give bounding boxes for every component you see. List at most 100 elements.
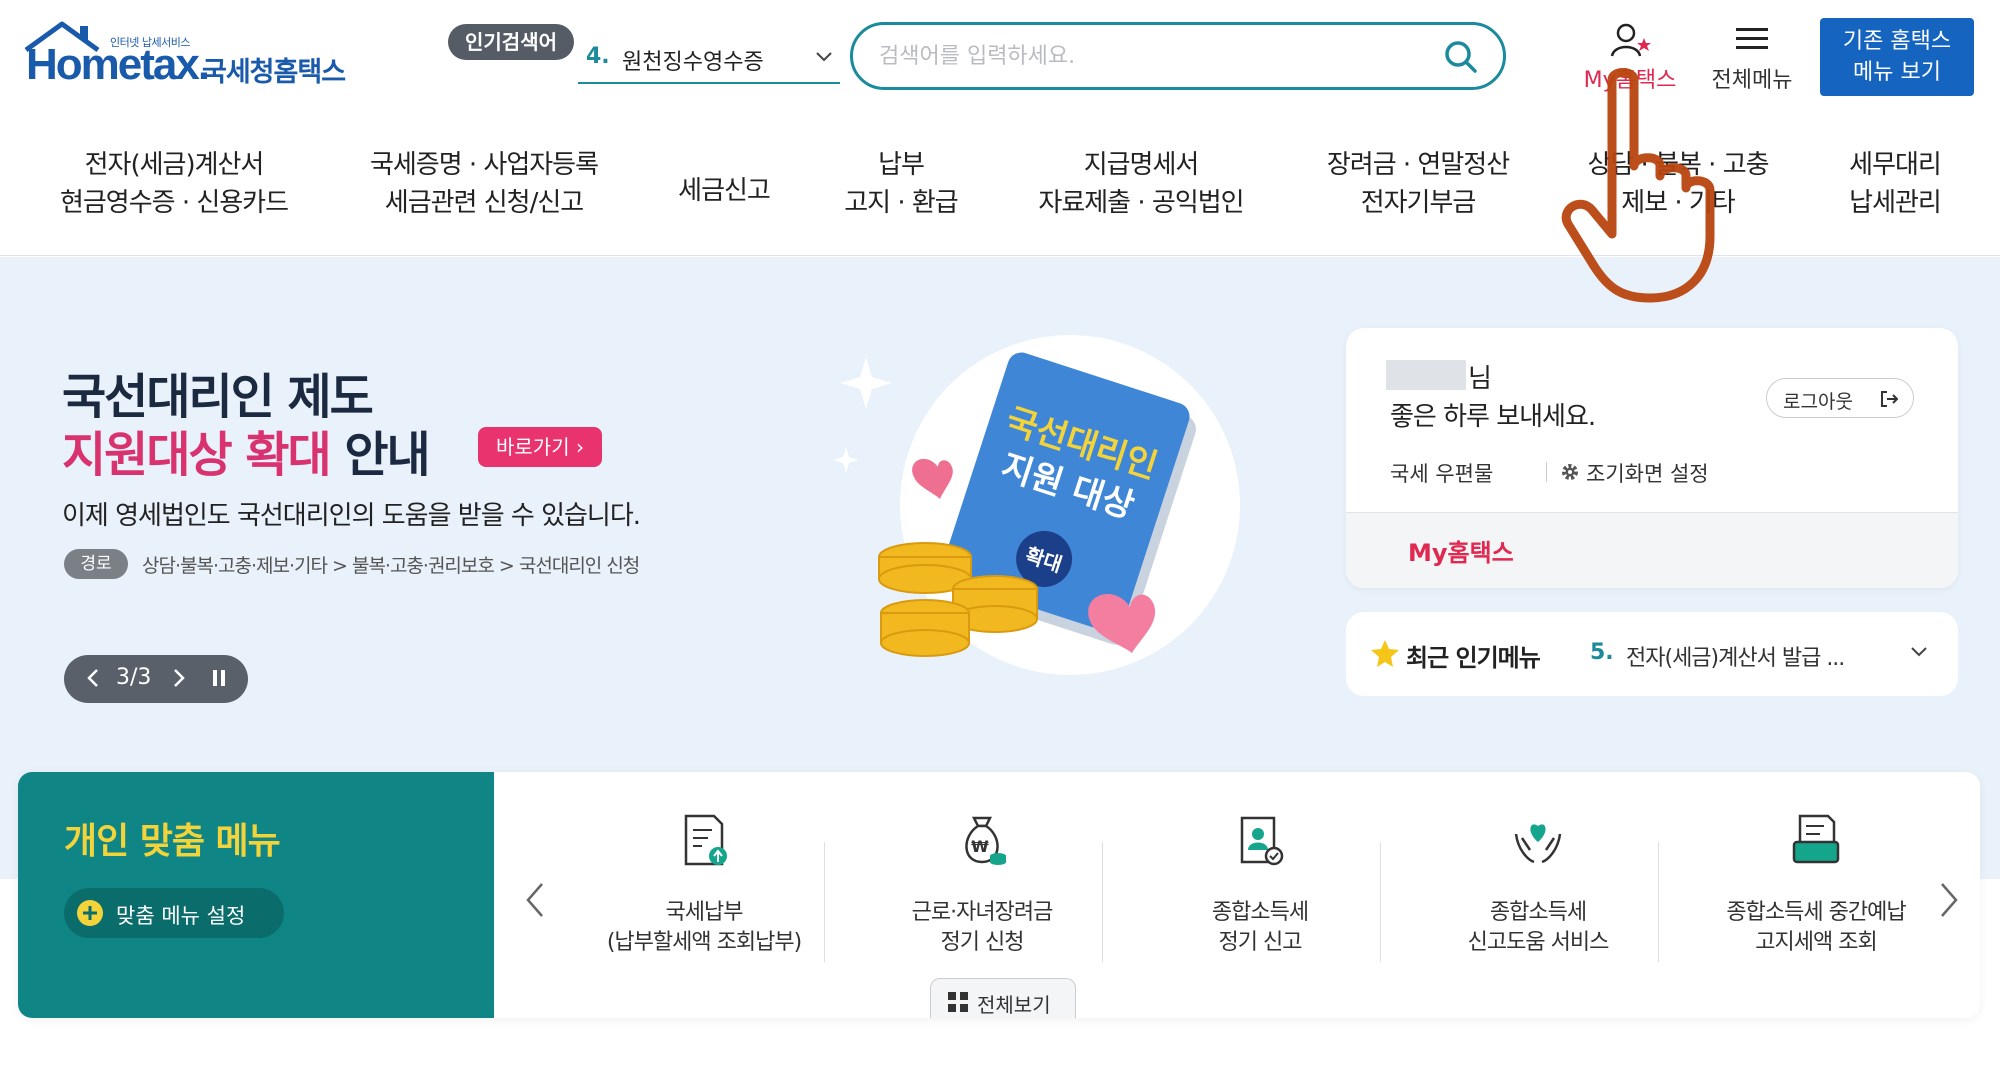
nav-line2: 고지 · 환급 [844, 188, 958, 218]
income-tax-report-icon [1240, 816, 1284, 866]
service-label: 종합소득세 정기 신고 [1130, 898, 1390, 958]
chevron-down-icon [816, 52, 832, 62]
nav-line1: 국세증명 · 사업자등록 [369, 150, 599, 180]
service-interim-prepayment[interactable]: 종합소득세 중간예납 고지세액 조회 [1686, 812, 1946, 972]
greeting-suffix: 님 [1468, 364, 1492, 394]
nav-item-incentives[interactable]: 장려금 · 연말정산 전자기부금 [1300, 146, 1536, 236]
pause-icon[interactable] [210, 667, 228, 689]
nav-item-tax-agent[interactable]: 세무대리 납세관리 [1820, 146, 1970, 236]
nav-line1: 장려금 · 연말정산 [1326, 150, 1510, 180]
divider [1102, 842, 1103, 962]
service-label-line2: (납부할세액 조회납부) [606, 930, 802, 955]
service-tax-payment[interactable]: 국세납부 (납부할세액 조회납부) [574, 812, 834, 972]
personal-menu-setting-label: 맞춤 메뉴 설정 [116, 904, 246, 928]
logo-agency-name: 국세청홈택스 [202, 57, 346, 88]
hero-go-label: 바로가기 [496, 435, 570, 459]
view-all-button[interactable]: 전체보기 [930, 978, 1076, 1018]
divider [1658, 842, 1659, 962]
logout-label: 로그아웃 [1783, 391, 1853, 413]
greeting-line: 좋은 하루 보내세요. [1390, 402, 1596, 432]
personal-menu-setting-button[interactable]: 맞춤 메뉴 설정 [64, 888, 284, 938]
card-my-hometax-link[interactable]: My홈택스 [1408, 533, 1514, 568]
grid-icon [948, 992, 968, 1012]
service-label: 근로·자녀장려금 정기 신청 [852, 898, 1112, 958]
service-label-line1: 근로·자녀장려금 [911, 900, 1054, 925]
chevron-right-icon[interactable] [170, 667, 188, 689]
pager-count: 3/3 [116, 665, 152, 690]
nav-item-e-invoice[interactable]: 전자(세금)계산서 현금영수증 · 신용카드 [40, 146, 308, 236]
hero-description: 이제 영세법인도 국선대리인의 도움을 받을 수 있습니다. [62, 501, 641, 531]
legacy-menu-line2: 메뉴 보기 [1853, 60, 1941, 85]
service-label: 종합소득세 중간예납 고지세액 조회 [1686, 898, 1946, 958]
hero-path-tag: 경로 [64, 549, 128, 579]
service-label-line1: 종합소득세 중간예납 [1726, 900, 1906, 925]
recent-popular-title: 최근 인기메뉴 [1406, 644, 1541, 672]
service-label: 국세납부 (납부할세액 조회납부) [574, 898, 834, 958]
logo-wordmark: Hometax. [26, 40, 210, 89]
divider [1380, 842, 1381, 962]
banner-pager: 3/3 [64, 655, 248, 703]
nav-line1: 납부 [878, 150, 925, 180]
personal-menu-header: 개인 맞춤 메뉴 맞춤 메뉴 설정 [18, 772, 494, 1018]
nav-line2: 자료제출 · 공익법인 [1038, 188, 1244, 218]
popular-search-rank: 4. [586, 44, 610, 69]
chevron-down-icon [1911, 647, 1927, 657]
popular-search-term: 원천징수영수증 [622, 50, 764, 75]
service-label-line2: 신고도움 서비스 [1467, 930, 1610, 955]
service-label-line2: 고지세액 조회 [1755, 930, 1877, 955]
chevron-left-icon[interactable] [522, 880, 548, 920]
chevron-left-icon[interactable] [84, 667, 102, 689]
legacy-menu-button[interactable]: 기존 홈택스 메뉴 보기 [1820, 18, 1974, 96]
nav-item-payment[interactable]: 납부 고지 · 환급 [820, 146, 982, 236]
hero-title-highlight: 지원대상 확대 [62, 427, 332, 483]
service-label-line2: 정기 신청 [940, 930, 1025, 955]
nav-line1: 세금신고 [678, 176, 771, 206]
hero-title-rest: 안내 [329, 427, 430, 483]
personal-menu-title: 개인 맞춤 메뉴 [64, 821, 281, 862]
hand-pointer-icon [1561, 68, 1715, 303]
view-all-label: 전체보기 [977, 993, 1051, 1017]
service-filing-help[interactable]: 종합소득세 신고도움 서비스 [1408, 812, 1668, 972]
nav-line2: 현금영수증 · 신용카드 [59, 188, 289, 218]
svg-text:₩: ₩ [971, 837, 989, 856]
search-icon[interactable] [1443, 39, 1479, 75]
login-card-footer: My홈택스 [1346, 512, 1958, 588]
popular-search-select[interactable]: 4. 원천징수영수증 [578, 32, 840, 84]
divider [824, 842, 825, 962]
service-work-child-incentive[interactable]: ₩ 근로·자녀장려금 정기 신청 [852, 812, 1112, 972]
service-label-line2: 정기 신고 [1218, 930, 1303, 955]
tax-payment-icon [684, 814, 727, 866]
search-input[interactable] [879, 39, 1419, 73]
hero-path: 상담·불복·고충·제보·기타 > 불복·고충·권리보호 > 국선대리인 신청 [142, 555, 640, 577]
chevron-right-icon[interactable] [1936, 880, 1962, 920]
nav-item-certificates[interactable]: 국세증명 · 사업자등록 세금관련 신청/신고 [344, 146, 624, 236]
personal-menu-panel: 개인 맞춤 메뉴 맞춤 메뉴 설정 국세납부 (납부할세액 조회납부) ₩ 근로… [18, 772, 1980, 1018]
username-masked [1386, 360, 1466, 390]
hero-go-button[interactable]: 바로가기 › [478, 427, 602, 467]
recent-popular-menu[interactable]: 최근 인기메뉴 5. 전자(세금)계산서 발급 ... [1346, 612, 1958, 696]
hero-illustration: 국선대리인 지원 대상 확대 [833, 335, 1240, 675]
hometax-logo[interactable]: 인터넷 납세서비스 Hometax. 국세청홈택스 [22, 20, 362, 100]
logout-icon [1881, 391, 1899, 407]
money-bag-icon: ₩ [965, 816, 1006, 865]
initial-screen-setting-link[interactable]: 조기화면 설정 [1586, 458, 1709, 488]
login-card: 님 좋은 하루 보내세요. 로그아웃 국세 우편물 조기화면 설정 My홈택스 [1346, 328, 1958, 588]
search-box [850, 22, 1506, 90]
service-income-tax-filing[interactable]: 종합소득세 정기 신고 [1130, 812, 1390, 972]
hero-title-line2: 지원대상 확대 안내 [62, 415, 431, 485]
divider [1546, 462, 1547, 482]
nav-line2: 전자기부금 [1360, 188, 1477, 218]
plus-circle-icon [77, 900, 103, 926]
logout-button[interactable]: 로그아웃 [1766, 378, 1914, 418]
mailbox-link[interactable]: 국세 우편물 [1390, 458, 1493, 488]
nav-line1: 지급명세서 [1083, 150, 1200, 180]
service-label-line1: 국세납부 [665, 900, 744, 925]
nav-line2: 세금관련 신청/신고 [384, 188, 584, 218]
recent-popular-item: 전자(세금)계산서 발급 ... [1626, 646, 1845, 671]
nav-item-statements[interactable]: 지급명세서 자료제출 · 공익법인 [1018, 146, 1264, 236]
star-icon [1371, 640, 1399, 667]
service-label-line1: 종합소득세 [1211, 900, 1309, 925]
nav-line2: 납세관리 [1849, 188, 1942, 218]
nav-item-tax-filing[interactable]: 세금신고 [660, 146, 788, 236]
service-label: 종합소득세 신고도움 서비스 [1408, 898, 1668, 958]
